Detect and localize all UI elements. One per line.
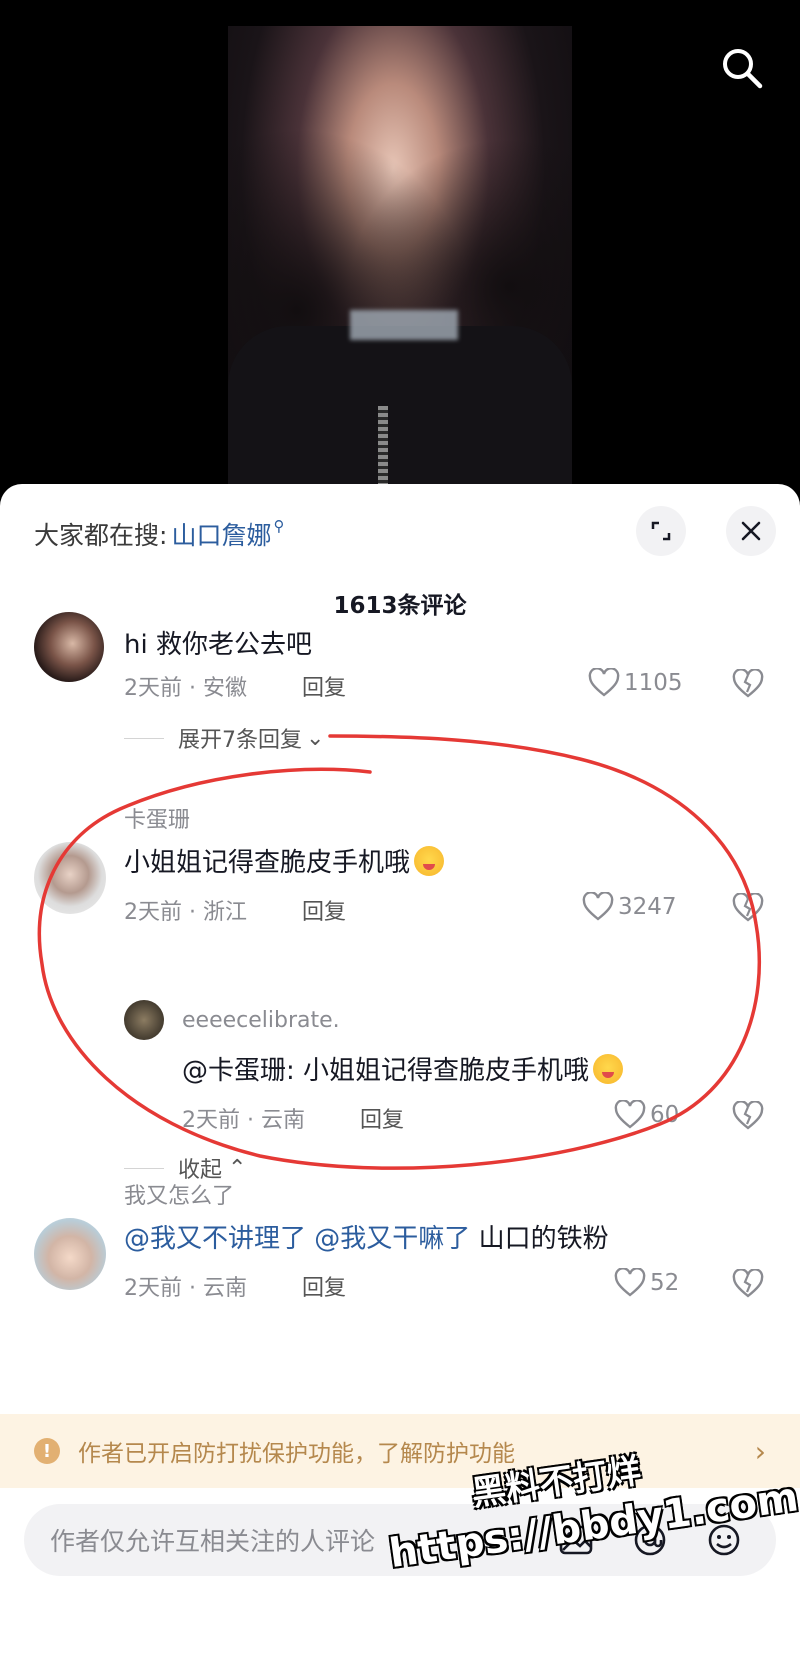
broken-heart-icon[interactable]	[732, 1100, 764, 1135]
broken-heart-icon[interactable]	[732, 668, 764, 703]
trending-search[interactable]: 大家都在搜: 山口詹娜 ⚲	[34, 516, 284, 552]
close-icon[interactable]	[726, 506, 776, 556]
chevron-up-icon: ⌃	[228, 1155, 247, 1181]
drooling-emoji-icon	[414, 846, 445, 876]
mention-link[interactable]: @我又不讲理了	[124, 1224, 306, 1254]
avatar[interactable]	[124, 1000, 164, 1040]
expand-replies-button[interactable]: 展开7条回复 ⌄	[124, 722, 324, 754]
heart-icon	[614, 1268, 646, 1297]
avatar[interactable]	[34, 1218, 106, 1290]
reply-button[interactable]: 回复	[302, 894, 346, 926]
broken-heart-icon[interactable]	[732, 1268, 764, 1303]
reply-button[interactable]: 回复	[360, 1102, 404, 1134]
comment-meta: 2天前 · 云南	[124, 1276, 247, 1301]
video-jacket-shape	[228, 326, 572, 500]
reply-username[interactable]: eeeecelibrate.	[182, 1008, 340, 1033]
avatar[interactable]	[34, 612, 104, 682]
comment-time: 2天前	[124, 1276, 182, 1301]
reply-time: 2天前	[182, 1108, 240, 1133]
like-button[interactable]: 3247	[582, 892, 677, 922]
broken-heart-icon[interactable]	[732, 892, 764, 927]
like-count: 1105	[624, 670, 683, 696]
comment-text: 小姐姐记得查脆皮手机哦	[124, 842, 445, 879]
like-button[interactable]: 1105	[588, 668, 683, 698]
reply-button[interactable]: 回复	[302, 1270, 346, 1302]
reply-location: 云南	[260, 1108, 305, 1133]
comment-location: 安徽	[202, 676, 247, 701]
video-player[interactable]	[0, 0, 800, 500]
avatar[interactable]	[34, 842, 106, 914]
like-count: 60	[650, 1102, 680, 1128]
comment-username[interactable]: 我又怎么了	[124, 1178, 234, 1210]
heart-icon	[582, 892, 614, 921]
comment-text: hi 救你老公去吧	[124, 630, 312, 660]
like-count: 52	[650, 1270, 680, 1296]
trending-prefix: 大家都在搜:	[34, 521, 168, 550]
reply-meta: 2天前 · 云南	[182, 1108, 305, 1133]
chevron-down-icon: ⌄	[306, 725, 325, 751]
heart-icon	[588, 668, 620, 697]
like-count: 3247	[618, 894, 677, 920]
red-annotation-circle	[37, 734, 762, 1170]
search-icon[interactable]	[718, 44, 766, 92]
comment-time: 2天前	[124, 900, 182, 925]
comment-location: 云南	[202, 1276, 247, 1301]
reply-text: @卡蛋珊: 小姐姐记得查脆皮手机哦	[182, 1050, 624, 1087]
mention-link[interactable]: @我又干嘛了	[314, 1224, 470, 1254]
reply-button[interactable]: 回复	[302, 670, 346, 702]
like-button[interactable]: 52	[614, 1268, 679, 1298]
comment-meta: 2天前 · 安徽	[124, 676, 247, 701]
comment-username[interactable]: 卡蛋珊	[124, 802, 190, 834]
trending-keyword[interactable]: 山口詹娜	[171, 516, 271, 552]
comment-meta: 2天前 · 浙江	[124, 900, 247, 925]
comment-location: 浙江	[202, 900, 247, 925]
comment-text: @我又不讲理了 @我又干嘛了 山口的铁粉	[124, 1218, 609, 1255]
reply-text-content: @卡蛋珊: 小姐姐记得查脆皮手机哦	[182, 1056, 590, 1086]
video-frame[interactable]	[228, 26, 572, 500]
censor-blur-box	[350, 310, 458, 340]
comment-text-content: 小姐姐记得查脆皮手机哦	[124, 848, 411, 878]
comment-list: hi 救你老公去吧 2天前 · 安徽 回复 1105 展开7条回复 ⌄ 卡蛋珊 …	[0, 612, 800, 1424]
comment-text-content: 山口的铁粉	[478, 1224, 609, 1254]
divider	[124, 1167, 164, 1169]
drooling-emoji-icon	[593, 1054, 624, 1084]
heart-icon	[614, 1100, 646, 1129]
expand-replies-label: 展开7条回复	[178, 728, 302, 753]
comment-count-title: 1613条评论	[333, 593, 467, 619]
comment-time: 2天前	[124, 676, 182, 701]
like-button[interactable]: 60	[614, 1100, 679, 1130]
divider	[124, 737, 164, 739]
search-small-icon: ⚲	[273, 517, 285, 535]
info-icon: !	[34, 1438, 60, 1464]
expand-icon[interactable]	[636, 506, 686, 556]
